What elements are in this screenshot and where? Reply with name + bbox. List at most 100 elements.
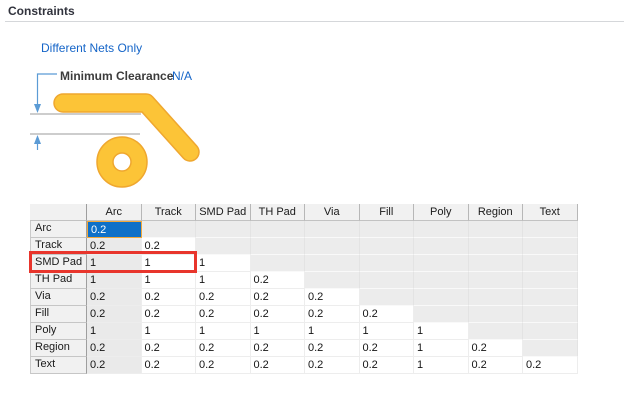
matrix-cell[interactable] xyxy=(360,238,415,255)
matrix-cell[interactable]: 1 xyxy=(360,323,415,340)
matrix-cell[interactable]: 1 xyxy=(196,255,251,272)
matrix-row-header: Via xyxy=(30,289,87,306)
matrix-cell[interactable] xyxy=(196,221,251,238)
matrix-cell[interactable]: 1 xyxy=(142,323,197,340)
matrix-cell[interactable]: 0.2 xyxy=(305,289,360,306)
matrix-cell[interactable]: 0.2 xyxy=(360,306,415,323)
matrix-cell[interactable]: 0.2 xyxy=(142,289,197,306)
matrix-cell[interactable] xyxy=(305,221,360,238)
matrix-cell[interactable]: 1 xyxy=(305,323,360,340)
matrix-cell[interactable] xyxy=(251,221,306,238)
matrix-cell[interactable] xyxy=(360,255,415,272)
matrix-cell[interactable]: 0.2 xyxy=(469,357,524,374)
matrix-cell[interactable] xyxy=(469,289,524,306)
matrix-cell[interactable]: 0.2 xyxy=(87,221,142,238)
matrix-cell[interactable]: 0.2 xyxy=(305,306,360,323)
matrix-cell[interactable] xyxy=(523,238,578,255)
matrix-cell[interactable]: 0.2 xyxy=(142,357,197,374)
matrix-cell[interactable]: 1 xyxy=(142,255,197,272)
matrix-cell[interactable]: 0.2 xyxy=(142,238,197,255)
matrix-cell[interactable]: 1 xyxy=(196,323,251,340)
matrix-cell[interactable] xyxy=(523,221,578,238)
matrix-cell[interactable]: 0.2 xyxy=(87,340,142,357)
matrix-cell[interactable]: 0.2 xyxy=(305,357,360,374)
dimension-arrow-up-icon xyxy=(34,135,41,144)
matrix-row-header: Track xyxy=(30,238,87,255)
matrix-cell[interactable]: 0.2 xyxy=(87,306,142,323)
matrix-cell[interactable]: 1 xyxy=(87,323,142,340)
matrix-cell[interactable]: 0.2 xyxy=(196,306,251,323)
matrix-cell[interactable]: 0.2 xyxy=(251,340,306,357)
matrix-cell[interactable] xyxy=(251,238,306,255)
matrix-column-header: Arc xyxy=(87,204,142,221)
matrix-cell[interactable]: 1 xyxy=(414,340,469,357)
matrix-cell[interactable]: 0.2 xyxy=(251,306,306,323)
matrix-cell[interactable] xyxy=(469,238,524,255)
matrix-cell[interactable] xyxy=(251,255,306,272)
matrix-cell[interactable] xyxy=(414,272,469,289)
matrix-cell[interactable]: 0.2 xyxy=(142,340,197,357)
matrix-cell[interactable] xyxy=(360,221,415,238)
matrix-cell[interactable] xyxy=(523,289,578,306)
matrix-column-header: SMD Pad xyxy=(196,204,251,221)
matrix-cell[interactable]: 1 xyxy=(196,272,251,289)
matrix-cell[interactable]: 0.2 xyxy=(360,340,415,357)
matrix-cell[interactable] xyxy=(414,289,469,306)
matrix-cell[interactable] xyxy=(360,289,415,306)
matrix-corner-cell xyxy=(30,204,87,221)
matrix-cell[interactable]: 0.2 xyxy=(305,340,360,357)
matrix-cell[interactable]: 0.2 xyxy=(142,306,197,323)
matrix-cell[interactable]: 0.2 xyxy=(87,289,142,306)
matrix-cell[interactable]: 1 xyxy=(87,255,142,272)
matrix-cell[interactable] xyxy=(523,272,578,289)
matrix-cell[interactable]: 0.2 xyxy=(251,289,306,306)
matrix-cell[interactable]: 0.2 xyxy=(196,357,251,374)
matrix-cell[interactable]: 0.2 xyxy=(196,340,251,357)
constraints-panel: Constraints Different Nets Only Minimum … xyxy=(0,0,629,410)
matrix-cell[interactable] xyxy=(414,306,469,323)
matrix-cell[interactable]: 0.2 xyxy=(87,357,142,374)
matrix-row-header: TH Pad xyxy=(30,272,87,289)
matrix-cell[interactable]: 1 xyxy=(414,323,469,340)
matrix-cell[interactable] xyxy=(305,255,360,272)
matrix-cell[interactable] xyxy=(523,340,578,357)
matrix-cell[interactable] xyxy=(414,238,469,255)
matrix-column-header: Poly xyxy=(414,204,469,221)
clearance-matrix: ArcTrackSMD PadTH PadViaFillPolyRegionTe… xyxy=(30,204,578,374)
matrix-cell[interactable] xyxy=(196,238,251,255)
matrix-cell[interactable]: 1 xyxy=(87,272,142,289)
matrix-cell[interactable] xyxy=(469,255,524,272)
matrix-column-header: Fill xyxy=(360,204,415,221)
matrix-cell[interactable] xyxy=(469,272,524,289)
matrix-cell[interactable] xyxy=(469,221,524,238)
matrix-cell[interactable]: 0.2 xyxy=(251,272,306,289)
matrix-cell[interactable] xyxy=(523,323,578,340)
matrix-cell[interactable]: 0.2 xyxy=(469,340,524,357)
matrix-column-header: Text xyxy=(523,204,578,221)
matrix-cell[interactable]: 0.2 xyxy=(360,357,415,374)
matrix-cell[interactable] xyxy=(305,238,360,255)
matrix-cell[interactable] xyxy=(414,221,469,238)
matrix-column-header: Region xyxy=(469,204,524,221)
matrix-cell[interactable] xyxy=(414,255,469,272)
matrix-row-header: Fill xyxy=(30,306,87,323)
matrix-cell[interactable]: 0.2 xyxy=(251,357,306,374)
matrix-cell[interactable]: 1 xyxy=(142,272,197,289)
matrix-cell[interactable]: 1 xyxy=(414,357,469,374)
matrix-column-header: Via xyxy=(305,204,360,221)
matrix-cell[interactable]: 0.2 xyxy=(523,357,578,374)
matrix-cell[interactable]: 1 xyxy=(251,323,306,340)
matrix-cell[interactable] xyxy=(523,306,578,323)
matrix-column-header: TH Pad xyxy=(251,204,306,221)
matrix-cell[interactable] xyxy=(469,306,524,323)
clearance-diagram xyxy=(0,0,230,200)
matrix-cell[interactable] xyxy=(305,272,360,289)
matrix-cell[interactable] xyxy=(142,221,197,238)
matrix-row-header: SMD Pad xyxy=(30,255,87,272)
matrix-cell[interactable] xyxy=(360,272,415,289)
matrix-cell[interactable]: 0.2 xyxy=(196,289,251,306)
matrix-cell[interactable] xyxy=(523,255,578,272)
matrix-cell[interactable]: 0.2 xyxy=(87,238,142,255)
pad-graphic xyxy=(105,145,139,179)
matrix-cell[interactable] xyxy=(469,323,524,340)
